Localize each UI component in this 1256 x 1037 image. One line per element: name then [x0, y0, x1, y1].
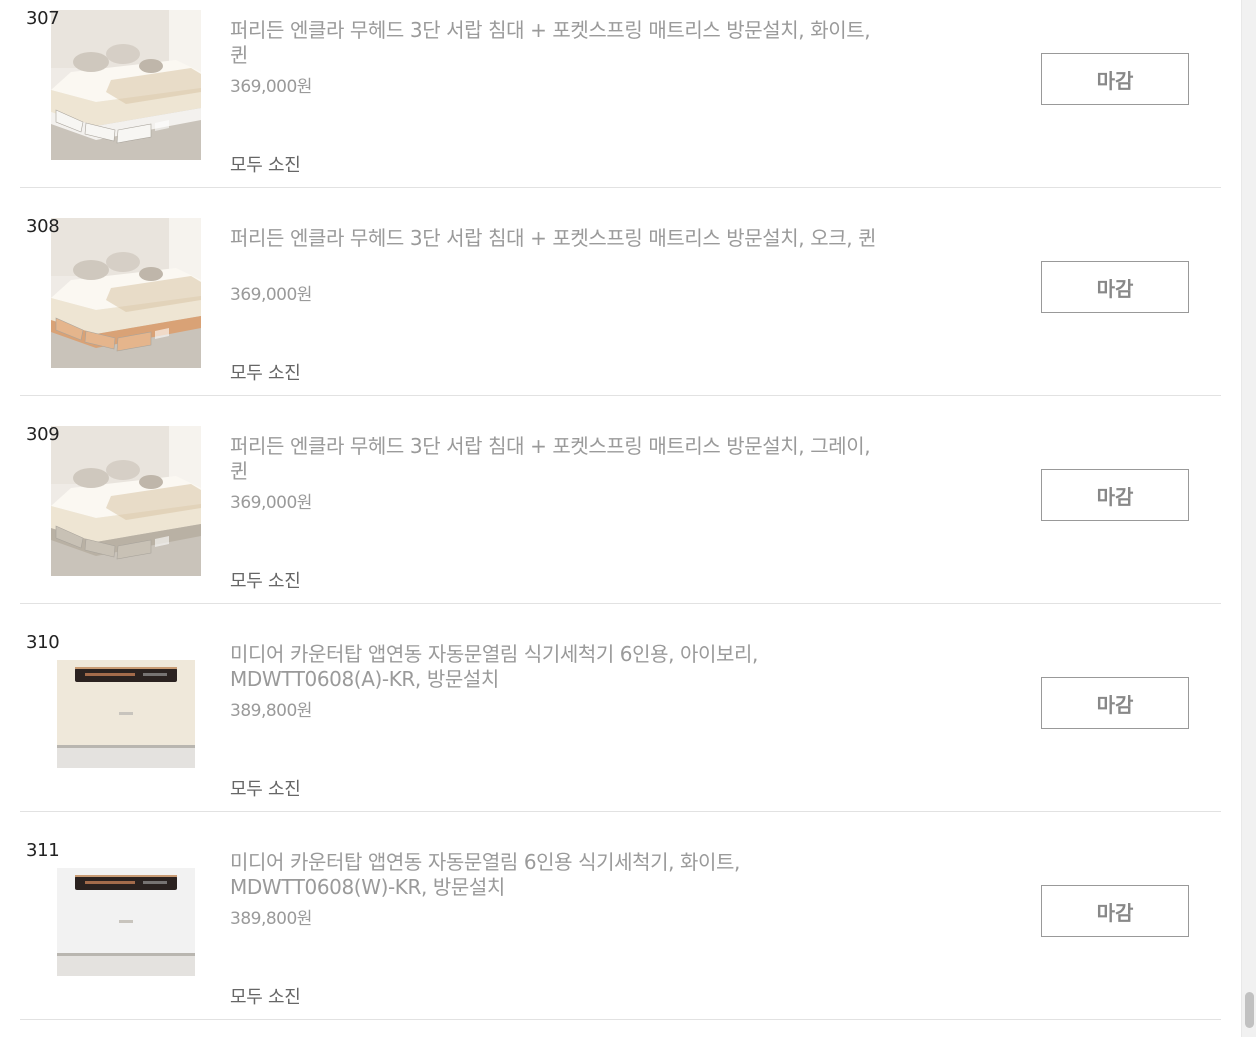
closed-button[interactable]: 마감 — [1041, 885, 1189, 937]
item-rank: 311 — [26, 840, 60, 861]
list-item-310: 310 미디어 카운터탑 앱연동 자동문열림 식기세척기 6인용, 아이보리, … — [20, 604, 1221, 812]
product-price: 389,800원 — [230, 909, 312, 929]
bed-product-image[interactable] — [51, 426, 201, 576]
stock-status: 모두 소진 — [230, 155, 301, 176]
bed-product-image[interactable] — [51, 10, 201, 160]
product-list-page: 307 퍼리든 엔클라 무헤드 3단 서랍 침대 + 포켓스프링 매트리스 방문… — [0, 0, 1256, 1037]
product-title[interactable]: 퍼리든 엔클라 무헤드 3단 서랍 침대 + 포켓스프링 매트리스 방문설치, … — [230, 18, 890, 68]
stock-status: 모두 소진 — [230, 571, 301, 592]
dishwasher-product-image[interactable] — [51, 842, 201, 992]
closed-button[interactable]: 마감 — [1041, 53, 1189, 105]
dishwasher-product-image[interactable] — [51, 634, 201, 784]
product-price: 369,000원 — [230, 77, 312, 97]
product-title[interactable]: 미디어 카운터탑 앱연동 자동문열림 6인용 식기세척기, 화이트, MDWTT… — [230, 850, 890, 900]
product-price: 369,000원 — [230, 285, 312, 305]
product-price: 369,000원 — [230, 493, 312, 513]
product-list: 307 퍼리든 엔클라 무헤드 3단 서랍 침대 + 포켓스프링 매트리스 방문… — [20, 0, 1221, 1020]
vertical-scrollbar[interactable] — [1241, 0, 1256, 1037]
closed-button[interactable]: 마감 — [1041, 469, 1189, 521]
list-item-311: 311 미디어 카운터탑 앱연동 자동문열림 6인용 식기세척기, 화이트, M… — [20, 812, 1221, 1020]
stock-status: 모두 소진 — [230, 987, 301, 1008]
list-item-307: 307 퍼리든 엔클라 무헤드 3단 서랍 침대 + 포켓스프링 매트리스 방문… — [20, 0, 1221, 188]
bed-product-image[interactable] — [51, 218, 201, 368]
list-item-308: 308 퍼리든 엔클라 무헤드 3단 서랍 침대 + 포켓스프링 매트리스 방문… — [20, 188, 1221, 396]
list-item-309: 309 퍼리든 엔클라 무헤드 3단 서랍 침대 + 포켓스프링 매트리스 방문… — [20, 396, 1221, 604]
closed-button[interactable]: 마감 — [1041, 261, 1189, 313]
product-title[interactable]: 퍼리든 엔클라 무헤드 3단 서랍 침대 + 포켓스프링 매트리스 방문설치, … — [230, 434, 890, 484]
product-title[interactable]: 미디어 카운터탑 앱연동 자동문열림 식기세척기 6인용, 아이보리, MDWT… — [230, 642, 890, 692]
closed-button[interactable]: 마감 — [1041, 677, 1189, 729]
item-rank: 309 — [26, 424, 60, 445]
product-title[interactable]: 퍼리든 엔클라 무헤드 3단 서랍 침대 + 포켓스프링 매트리스 방문설치, … — [230, 226, 890, 251]
item-rank: 307 — [26, 8, 60, 29]
stock-status: 모두 소진 — [230, 363, 301, 384]
item-rank: 310 — [26, 632, 60, 653]
product-price: 389,800원 — [230, 701, 312, 721]
scrollbar-thumb[interactable] — [1245, 992, 1254, 1028]
item-rank: 308 — [26, 216, 60, 237]
stock-status: 모두 소진 — [230, 779, 301, 800]
